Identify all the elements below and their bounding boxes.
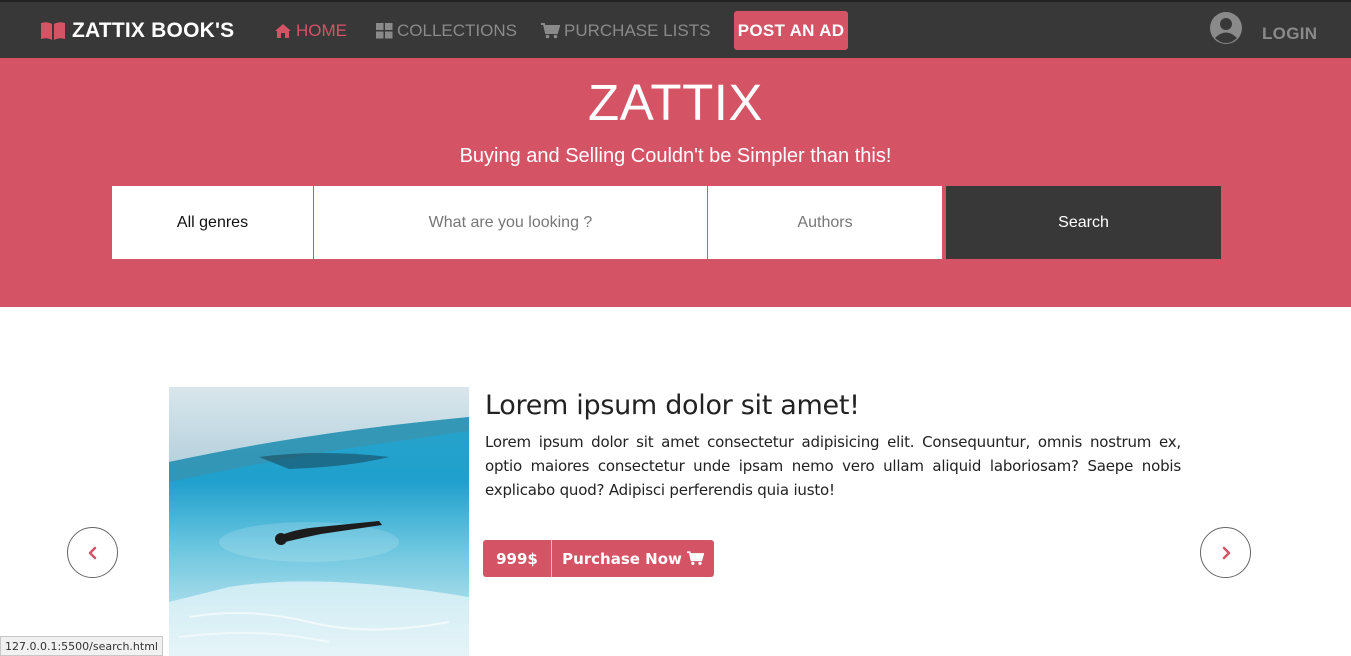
cart-icon bbox=[541, 23, 560, 39]
chevron-left-icon bbox=[88, 546, 96, 559]
hero-banner: ZATTIX Buying and Selling Couldn't be Si… bbox=[0, 58, 1351, 307]
slide-title: Lorem ipsum dolor sit amet! bbox=[485, 390, 860, 421]
carousel-prev-button[interactable] bbox=[67, 527, 118, 578]
authors-input[interactable]: Authors bbox=[708, 186, 942, 259]
login-link[interactable]: LOGIN bbox=[1262, 24, 1317, 44]
nav-home-label: HOME bbox=[296, 21, 347, 40]
purchase-now-label: Purchase Now bbox=[562, 549, 682, 568]
nav-purchase-lists[interactable]: PURCHASE LISTS bbox=[541, 21, 710, 41]
carousel-next-button[interactable] bbox=[1200, 527, 1251, 578]
browser-status-url: 127.0.0.1:5500/search.html bbox=[0, 636, 163, 656]
genre-select[interactable]: All genres bbox=[112, 186, 313, 259]
hero-subtitle: Buying and Selling Couldn't be Simpler t… bbox=[459, 145, 892, 167]
brand-logo[interactable]: ZATTIX BOOK'S bbox=[40, 19, 234, 43]
brand-name: ZATTIX BOOK'S bbox=[72, 19, 235, 42]
open-book-icon bbox=[41, 22, 65, 40]
nav-home[interactable]: HOME bbox=[274, 21, 347, 41]
hero-title: ZATTIX bbox=[588, 74, 763, 131]
price-purchase-group: 999$ Purchase Now bbox=[483, 540, 714, 577]
search-input[interactable]: What are you looking ? bbox=[314, 186, 707, 259]
cart-icon bbox=[686, 551, 704, 566]
chevron-right-icon bbox=[1222, 546, 1230, 559]
nav-collections[interactable]: COLLECTIONS bbox=[376, 21, 517, 41]
price-badge: 999$ bbox=[483, 540, 552, 577]
slide-description: Lorem ipsum dolor sit amet consectetur a… bbox=[485, 433, 1181, 499]
nav-collections-label: COLLECTIONS bbox=[397, 21, 517, 40]
navbar: ZATTIX BOOK'S HOME COLLECTIONS PURCHASE … bbox=[0, 0, 1351, 58]
home-icon bbox=[275, 24, 291, 38]
grid-icon bbox=[376, 23, 393, 39]
nav-purchase-label: PURCHASE LISTS bbox=[564, 21, 711, 40]
search-button[interactable]: Search bbox=[946, 186, 1221, 259]
slide-image bbox=[169, 387, 469, 656]
swimmer-underwater-image bbox=[169, 387, 469, 656]
purchase-now-button[interactable]: Purchase Now bbox=[552, 540, 714, 577]
post-ad-button[interactable]: POST AN AD bbox=[734, 11, 848, 50]
user-avatar-icon[interactable] bbox=[1210, 12, 1242, 44]
